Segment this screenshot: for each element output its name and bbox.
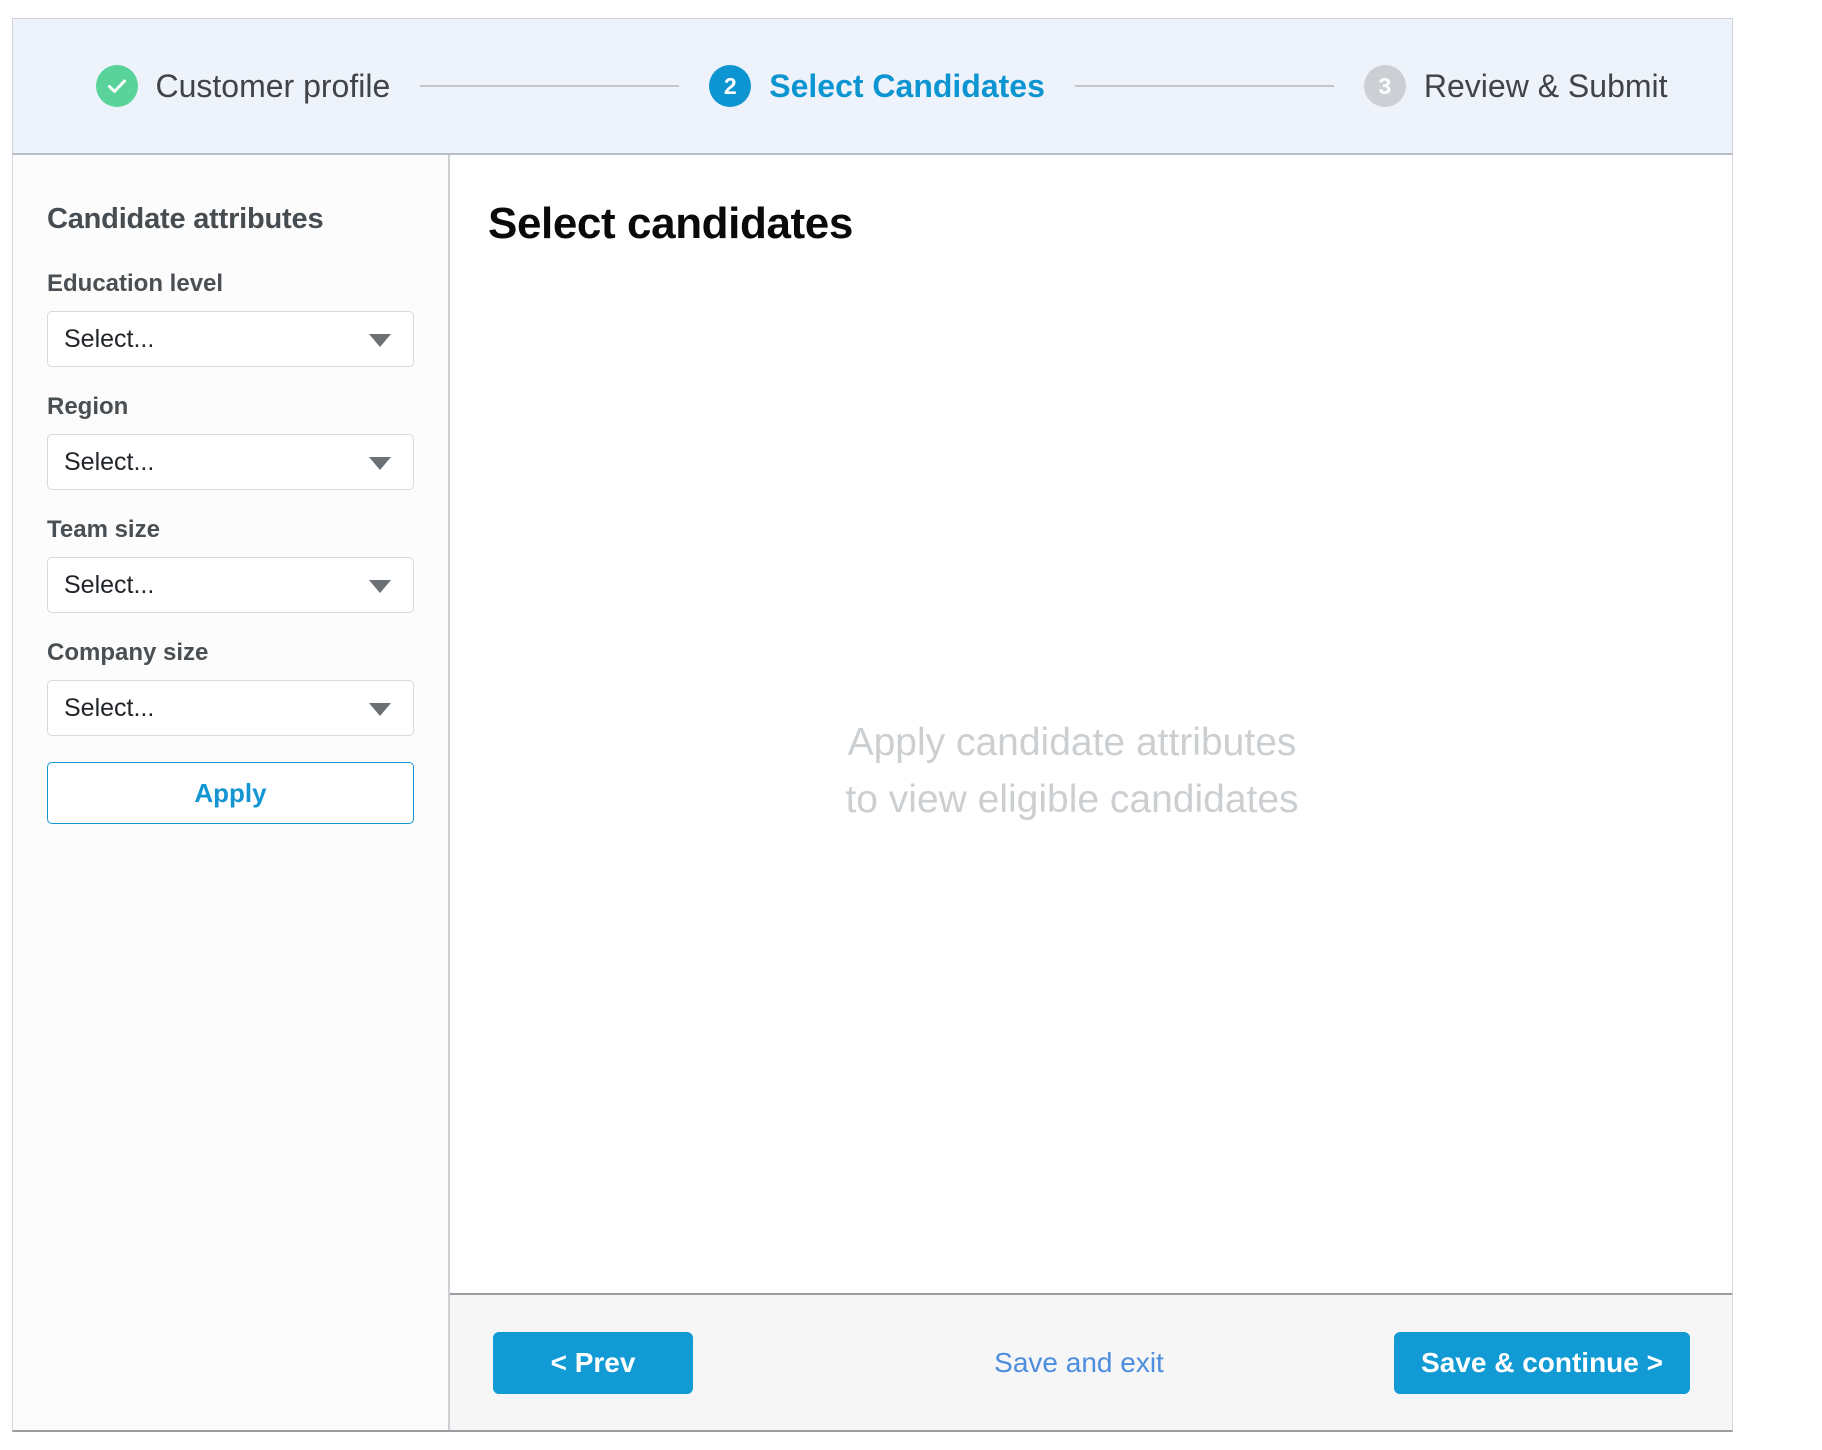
sidebar-title: Candidate attributes	[47, 203, 324, 235]
chevron-down-icon	[369, 457, 391, 470]
select-team-size-value: Select...	[64, 570, 155, 599]
save-and-exit-link[interactable]: Save and exit	[994, 1347, 1164, 1379]
step-review-submit[interactable]: 3 Review & Submit	[1363, 65, 1668, 107]
main-panel: Select candidates Apply candidate attrib…	[450, 155, 1732, 1430]
field-region: Region Select...	[47, 393, 414, 490]
wizard-stepper: Customer profile 2 Select Candidates 3 R…	[12, 18, 1733, 155]
field-company-size: Company size Select...	[47, 639, 414, 736]
step-customer-profile[interactable]: Customer profile	[95, 65, 391, 107]
select-education-level-value: Select...	[64, 324, 155, 353]
candidate-attributes-sidebar: Candidate attributes Education level Sel…	[13, 155, 450, 1430]
step-label-customer-profile: Customer profile	[155, 67, 391, 104]
stepper-steps: Customer profile 2 Select Candidates 3 R…	[78, 65, 1668, 107]
prev-button[interactable]: < Prev	[493, 1331, 693, 1394]
wizard-footer: < Prev Save and exit Save & continue >	[450, 1293, 1732, 1430]
step-number-badge-2: 2	[709, 65, 752, 107]
apply-button[interactable]: Apply	[47, 762, 414, 824]
empty-state-line-1: Apply candidate attributes	[847, 721, 1297, 764]
empty-state-message: Apply candidate attributes to view eligi…	[450, 715, 1732, 828]
wizard-container: Customer profile 2 Select Candidates 3 R…	[12, 18, 1733, 1432]
label-team-size: Team size	[47, 516, 160, 543]
empty-state-line-2: to view eligible candidates	[845, 777, 1299, 821]
wizard-body: Candidate attributes Education level Sel…	[12, 155, 1733, 1432]
chevron-down-icon	[369, 334, 391, 347]
page-title: Select candidates	[488, 199, 853, 248]
label-education-level: Education level	[47, 270, 224, 297]
step-label-review-submit: Review & Submit	[1423, 67, 1668, 104]
select-region-value: Select...	[64, 447, 155, 476]
select-region[interactable]: Select...	[47, 434, 414, 490]
step-number-badge-3: 3	[1363, 65, 1406, 107]
save-and-continue-button[interactable]: Save & continue >	[1394, 1331, 1690, 1394]
label-company-size: Company size	[47, 639, 209, 666]
step-complete-check-icon	[95, 65, 138, 107]
chevron-down-icon	[369, 703, 391, 716]
label-region: Region	[47, 393, 129, 420]
select-company-size[interactable]: Select...	[47, 680, 414, 736]
step-select-candidates[interactable]: 2 Select Candidates	[709, 65, 1045, 107]
step-connector-2	[1074, 85, 1334, 87]
field-education-level: Education level Select...	[47, 270, 414, 367]
select-company-size-value: Select...	[64, 693, 155, 722]
select-education-level[interactable]: Select...	[47, 311, 414, 367]
step-label-select-candidates: Select Candidates	[769, 67, 1045, 104]
select-team-size[interactable]: Select...	[47, 557, 414, 613]
field-team-size: Team size Select...	[47, 516, 414, 613]
chevron-down-icon	[369, 580, 391, 593]
main-content: Select candidates Apply candidate attrib…	[450, 155, 1732, 1293]
step-connector-1	[420, 85, 680, 87]
